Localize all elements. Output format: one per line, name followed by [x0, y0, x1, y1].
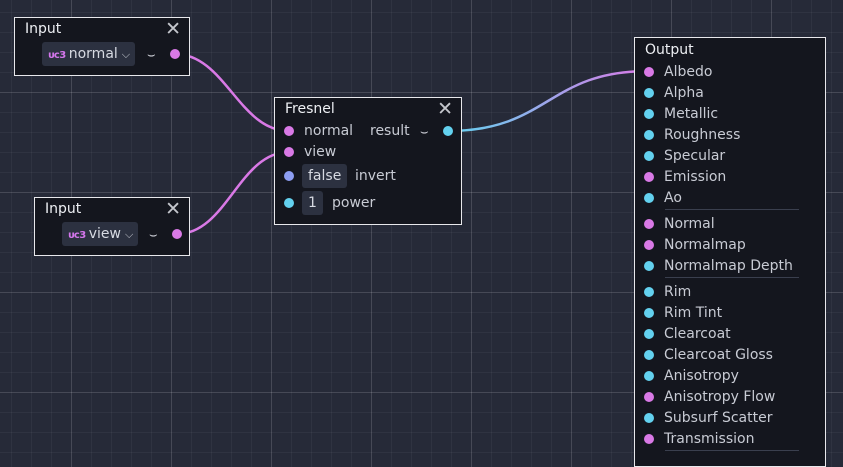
- input-port-metallic[interactable]: [644, 109, 654, 119]
- shader-graph-canvas[interactable]: Input ✕ ᴜᴄ3 normal ⌵ ⌣ Input ✕ ᴜᴄ3 view ⌵ ⌣ …: [0, 0, 843, 467]
- node-title: Output: [645, 42, 694, 58]
- input-port-view[interactable]: [284, 147, 294, 157]
- port-label-ao: Ao: [664, 190, 682, 206]
- port-label-anisotropy: Anisotropy: [664, 368, 739, 384]
- input-port-power[interactable]: [284, 198, 294, 208]
- output-port[interactable]: [170, 49, 180, 59]
- input-port-anisotropy[interactable]: [644, 371, 654, 381]
- port-label-view: view: [304, 144, 337, 160]
- power-value-field[interactable]: 1: [302, 191, 323, 215]
- input-port-invert[interactable]: [284, 171, 294, 181]
- eye-preview-icon[interactable]: ⌣: [149, 229, 158, 242]
- input-port-alpha[interactable]: [644, 88, 654, 98]
- node-title: Input: [25, 21, 62, 37]
- port-label-normalmap: Normalmap: [664, 237, 746, 253]
- port-label-rim: Rim: [664, 284, 692, 300]
- port-label-anisotropy-flow: Anisotropy Flow: [664, 389, 776, 405]
- fresnel-node[interactable]: Fresnel ✕ normal result ⌣ view false inv…: [274, 97, 462, 225]
- port-label-alpha: Alpha: [664, 85, 704, 101]
- input-port-anisotropy-flow[interactable]: [644, 392, 654, 402]
- input-port-normalmap-depth[interactable]: [644, 261, 654, 271]
- close-icon[interactable]: ✕: [165, 19, 181, 39]
- input-port-clearcoat[interactable]: [644, 329, 654, 339]
- wire-view-to-fresnel: [176, 150, 290, 236]
- output-node[interactable]: Output Albedo Alpha Metallic Roughness S…: [634, 37, 826, 467]
- input-port-normal[interactable]: [644, 219, 654, 229]
- input-node-view[interactable]: Input ✕ ᴜᴄ3 view ⌵ ⌣: [34, 197, 190, 256]
- chevron-down-icon: ⌵: [124, 228, 134, 241]
- close-icon[interactable]: ✕: [165, 199, 181, 219]
- port-label-emission: Emission: [664, 169, 727, 185]
- input-port-rim-tint[interactable]: [644, 308, 654, 318]
- vec3-type-icon: ᴜᴄ3: [68, 230, 86, 241]
- select-value: normal: [68, 46, 118, 62]
- input-port-subsurf-scatter[interactable]: [644, 413, 654, 423]
- port-label-metallic: Metallic: [664, 106, 719, 122]
- port-label-power: power: [332, 195, 376, 211]
- port-label-roughness: Roughness: [664, 127, 741, 143]
- separator: [665, 450, 799, 451]
- input-port-normalmap[interactable]: [644, 240, 654, 250]
- port-label-normal: Normal: [664, 216, 715, 232]
- port-label-invert: invert: [355, 168, 396, 184]
- port-label-clearcoat: Clearcoat: [664, 326, 731, 342]
- port-label-normal: normal: [304, 123, 354, 139]
- input-port-ao[interactable]: [644, 193, 654, 203]
- vec3-type-icon: ᴜᴄ3: [48, 50, 66, 61]
- input-port-specular[interactable]: [644, 151, 654, 161]
- port-label-rim-tint: Rim Tint: [664, 305, 723, 321]
- port-label-result: result: [370, 123, 410, 139]
- select-value: view: [88, 226, 121, 242]
- input-port-normal[interactable]: [284, 126, 294, 136]
- input-port-albedo[interactable]: [644, 67, 654, 77]
- eye-preview-icon[interactable]: ⌣: [420, 126, 429, 139]
- output-port-result[interactable]: [443, 126, 453, 136]
- input-type-select[interactable]: ᴜᴄ3 view ⌵: [62, 222, 139, 246]
- wire-normal-to-fresnel: [174, 52, 290, 133]
- node-title: Fresnel: [285, 101, 335, 117]
- input-node-normal[interactable]: Input ✕ ᴜᴄ3 normal ⌵ ⌣: [14, 17, 190, 76]
- port-label-clearcoat-gloss: Clearcoat Gloss: [664, 347, 773, 363]
- separator: [665, 277, 799, 278]
- port-label-subsurf-scatter: Subsurf Scatter: [664, 410, 773, 426]
- invert-value-field[interactable]: false: [302, 164, 348, 188]
- output-port[interactable]: [172, 229, 182, 239]
- close-icon[interactable]: ✕: [437, 99, 453, 119]
- port-label-transmission: Transmission: [664, 431, 755, 447]
- wire-result-to-albedo: [447, 69, 649, 133]
- input-port-transmission[interactable]: [644, 434, 654, 444]
- input-type-select[interactable]: ᴜᴄ3 normal ⌵: [42, 42, 136, 66]
- port-label-specular: Specular: [664, 148, 726, 164]
- input-port-emission[interactable]: [644, 172, 654, 182]
- input-port-rim[interactable]: [644, 287, 654, 297]
- chevron-down-icon: ⌵: [121, 48, 131, 61]
- separator: [665, 209, 799, 210]
- port-label-albedo: Albedo: [664, 64, 713, 80]
- input-port-clearcoat-gloss[interactable]: [644, 350, 654, 360]
- input-port-roughness[interactable]: [644, 130, 654, 140]
- port-label-normalmap-depth: Normalmap Depth: [664, 258, 793, 274]
- eye-preview-icon[interactable]: ⌣: [147, 49, 156, 62]
